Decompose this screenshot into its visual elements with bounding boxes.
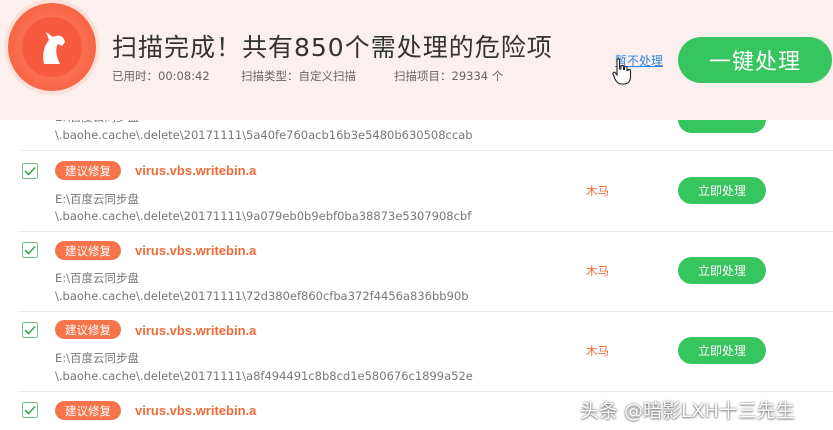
row-divider [18, 391, 833, 392]
threat-name: virus.vbs.writebin.a [135, 163, 257, 178]
threat-name: virus.vbs.writebin.a [135, 323, 257, 338]
suggest-fix-badge: 建议修复 [55, 401, 121, 420]
handle-now-button[interactable]: 立即处理 [678, 257, 766, 284]
scan-item-count: 扫描项目：29334 个 [394, 69, 504, 83]
threat-path-line2: \.baohe.cache\.delete\20171111\9a079eb0b… [55, 209, 472, 223]
threat-path-line2: \.baohe.cache\.delete\20171111\72d380ef8… [55, 289, 469, 303]
threat-path-line1: E:\百度云同步盘 [55, 192, 140, 206]
suggest-fix-badge: 建议修复 [55, 241, 121, 260]
source-watermark: 头条 @暗影LXH十三先生 [580, 400, 795, 422]
scan-type: 扫描类型：自定义扫描 [241, 69, 356, 83]
horse-icon [43, 32, 65, 64]
check-icon [24, 325, 36, 335]
row-checkbox[interactable] [22, 242, 38, 258]
threat-name: virus.vbs.writebin.a [135, 403, 257, 418]
threat-type: 木马 [586, 264, 609, 278]
threat-path-line1: E:\百度云同步盘 [55, 271, 140, 285]
threat-type: 木马 [586, 344, 609, 358]
handle-now-button[interactable]: 立即处理 [678, 337, 766, 364]
row-divider [18, 150, 833, 151]
path-partial-2: \.baohe.cache\.delete\20171111\5a40fe760… [55, 128, 473, 142]
threat-name: virus.vbs.writebin.a [135, 243, 257, 258]
threat-path-line2: \.baohe.cache\.delete\20171111\a8f494491… [55, 369, 473, 383]
elapsed-time: 已用时：00:08:42 [112, 69, 210, 83]
threat-path-line1: E:\百度云同步盘 [55, 351, 140, 365]
one-click-fix-button[interactable]: 一键处理 [678, 37, 832, 83]
check-icon [24, 245, 36, 255]
suggest-fix-badge: 建议修复 [55, 320, 121, 339]
check-icon [24, 166, 36, 176]
row-checkbox[interactable] [22, 402, 38, 418]
row-divider [18, 231, 833, 232]
row-checkbox[interactable] [22, 163, 38, 179]
app-logo [8, 3, 96, 91]
row-checkbox[interactable] [22, 322, 38, 338]
suggest-fix-badge: 建议修复 [55, 161, 121, 180]
scan-result-header: 扫描完成！共有850个需处理的危险项 已用时：00:08:42 扫描类型：自定义… [0, 0, 833, 120]
handle-now-button[interactable]: 立即处理 [678, 177, 766, 204]
page-title: 扫描完成！共有850个需处理的危险项 [112, 33, 553, 62]
threat-type: 木马 [586, 184, 609, 198]
hand-cursor-icon [612, 58, 632, 85]
check-icon [24, 405, 36, 415]
row-divider [18, 311, 833, 312]
